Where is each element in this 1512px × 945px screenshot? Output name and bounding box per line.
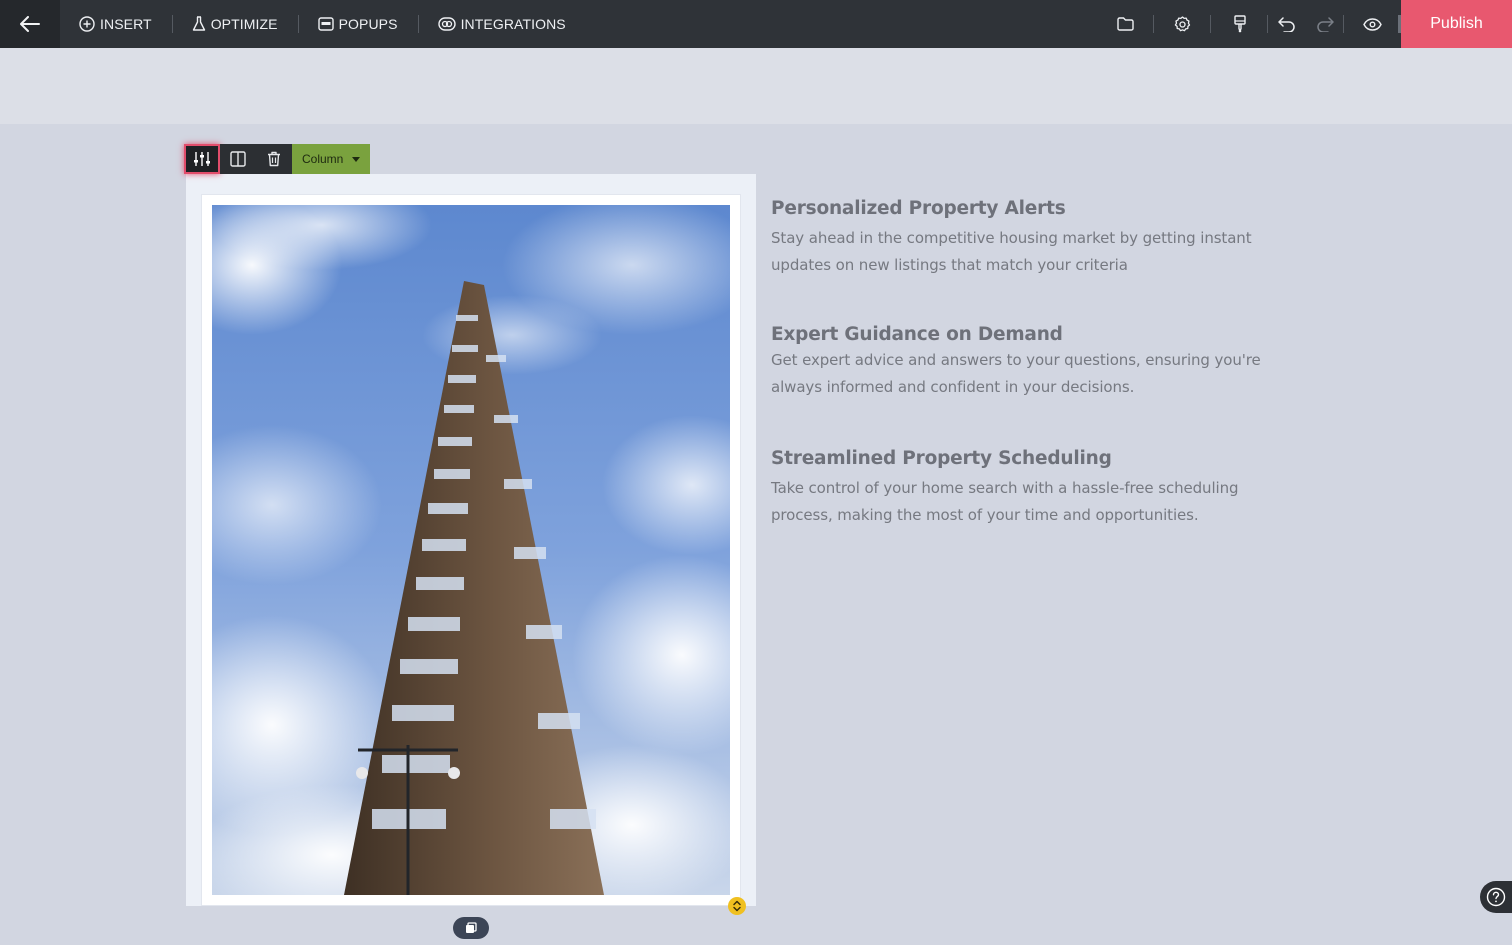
back-button[interactable] xyxy=(0,0,60,48)
paint-brush-icon xyxy=(1233,15,1246,33)
sliders-icon xyxy=(194,152,210,166)
feature-body: Take control of your home search with a … xyxy=(771,479,1239,524)
building-image[interactable] xyxy=(212,205,730,895)
undo-button[interactable] xyxy=(1268,0,1306,48)
caret-down-icon xyxy=(352,156,361,162)
columns-icon xyxy=(230,151,246,167)
style-brush-button[interactable] xyxy=(1211,0,1268,48)
feature-title: Personalized Property Alerts xyxy=(771,198,1066,219)
help-button[interactable] xyxy=(1480,881,1512,913)
integrations-label: INTEGRATIONS xyxy=(460,16,566,32)
integrations-menu[interactable]: INTEGRATIONS xyxy=(417,0,586,48)
resize-handle[interactable] xyxy=(728,897,746,915)
right-tools xyxy=(1097,0,1401,48)
insert-label: INSERT xyxy=(100,16,152,32)
eye-icon xyxy=(1363,17,1382,31)
redo-icon xyxy=(1317,16,1334,32)
gear-icon xyxy=(1174,15,1191,31)
popup-icon xyxy=(317,17,334,31)
optimize-label: OPTIMIZE xyxy=(210,16,278,32)
split-column-button[interactable] xyxy=(220,144,256,174)
chevron-up-down-icon xyxy=(733,900,741,912)
delete-column-button[interactable] xyxy=(256,144,292,174)
publish-button[interactable]: Publish xyxy=(1401,0,1512,48)
column-type-label: Column xyxy=(302,152,344,166)
popups-menu[interactable]: POPUPS xyxy=(297,0,418,48)
arrow-left-icon xyxy=(20,16,40,32)
feature-item[interactable]: Streamlined Property Scheduling Take con… xyxy=(771,448,1291,529)
feature-item[interactable]: Expert Guidance on Demand Get expert adv… xyxy=(771,324,1291,401)
feature-body: Stay ahead in the competitive housing ma… xyxy=(771,229,1252,274)
column-toolbar: Column xyxy=(184,144,371,174)
feature-body: Get expert advice and answers to your qu… xyxy=(771,351,1261,396)
integrations-icon xyxy=(437,17,456,31)
question-circle-icon xyxy=(1486,887,1506,907)
flask-icon xyxy=(192,16,205,31)
preview-button[interactable] xyxy=(1344,0,1401,48)
popups-label: POPUPS xyxy=(338,16,398,32)
duplicate-row-button[interactable] xyxy=(453,917,489,939)
top-toolbar: INSERT OPTIMIZE POPUPS INTEGRATIONS Publ… xyxy=(0,0,1512,48)
copy-icon xyxy=(466,922,477,933)
feature-title: Expert Guidance on Demand xyxy=(771,324,1063,345)
optimize-menu[interactable]: OPTIMIZE xyxy=(171,0,298,48)
pages-button[interactable] xyxy=(1097,0,1154,48)
tower-photo xyxy=(212,205,730,895)
feature-title: Streamlined Property Scheduling xyxy=(771,448,1112,469)
feature-item[interactable]: Personalized Property Alerts Stay ahead … xyxy=(771,198,1291,279)
undo-icon xyxy=(1278,16,1295,32)
folder-icon xyxy=(1117,17,1134,31)
redo-button[interactable] xyxy=(1306,0,1344,48)
trash-icon xyxy=(268,151,280,167)
canvas-header-section[interactable] xyxy=(0,48,1512,124)
column-type-dropdown[interactable]: Column xyxy=(292,144,371,174)
plus-circle-icon xyxy=(79,16,95,32)
settings-button[interactable] xyxy=(1154,0,1211,48)
column-settings-button[interactable] xyxy=(184,144,220,174)
insert-menu[interactable]: INSERT xyxy=(60,0,172,48)
